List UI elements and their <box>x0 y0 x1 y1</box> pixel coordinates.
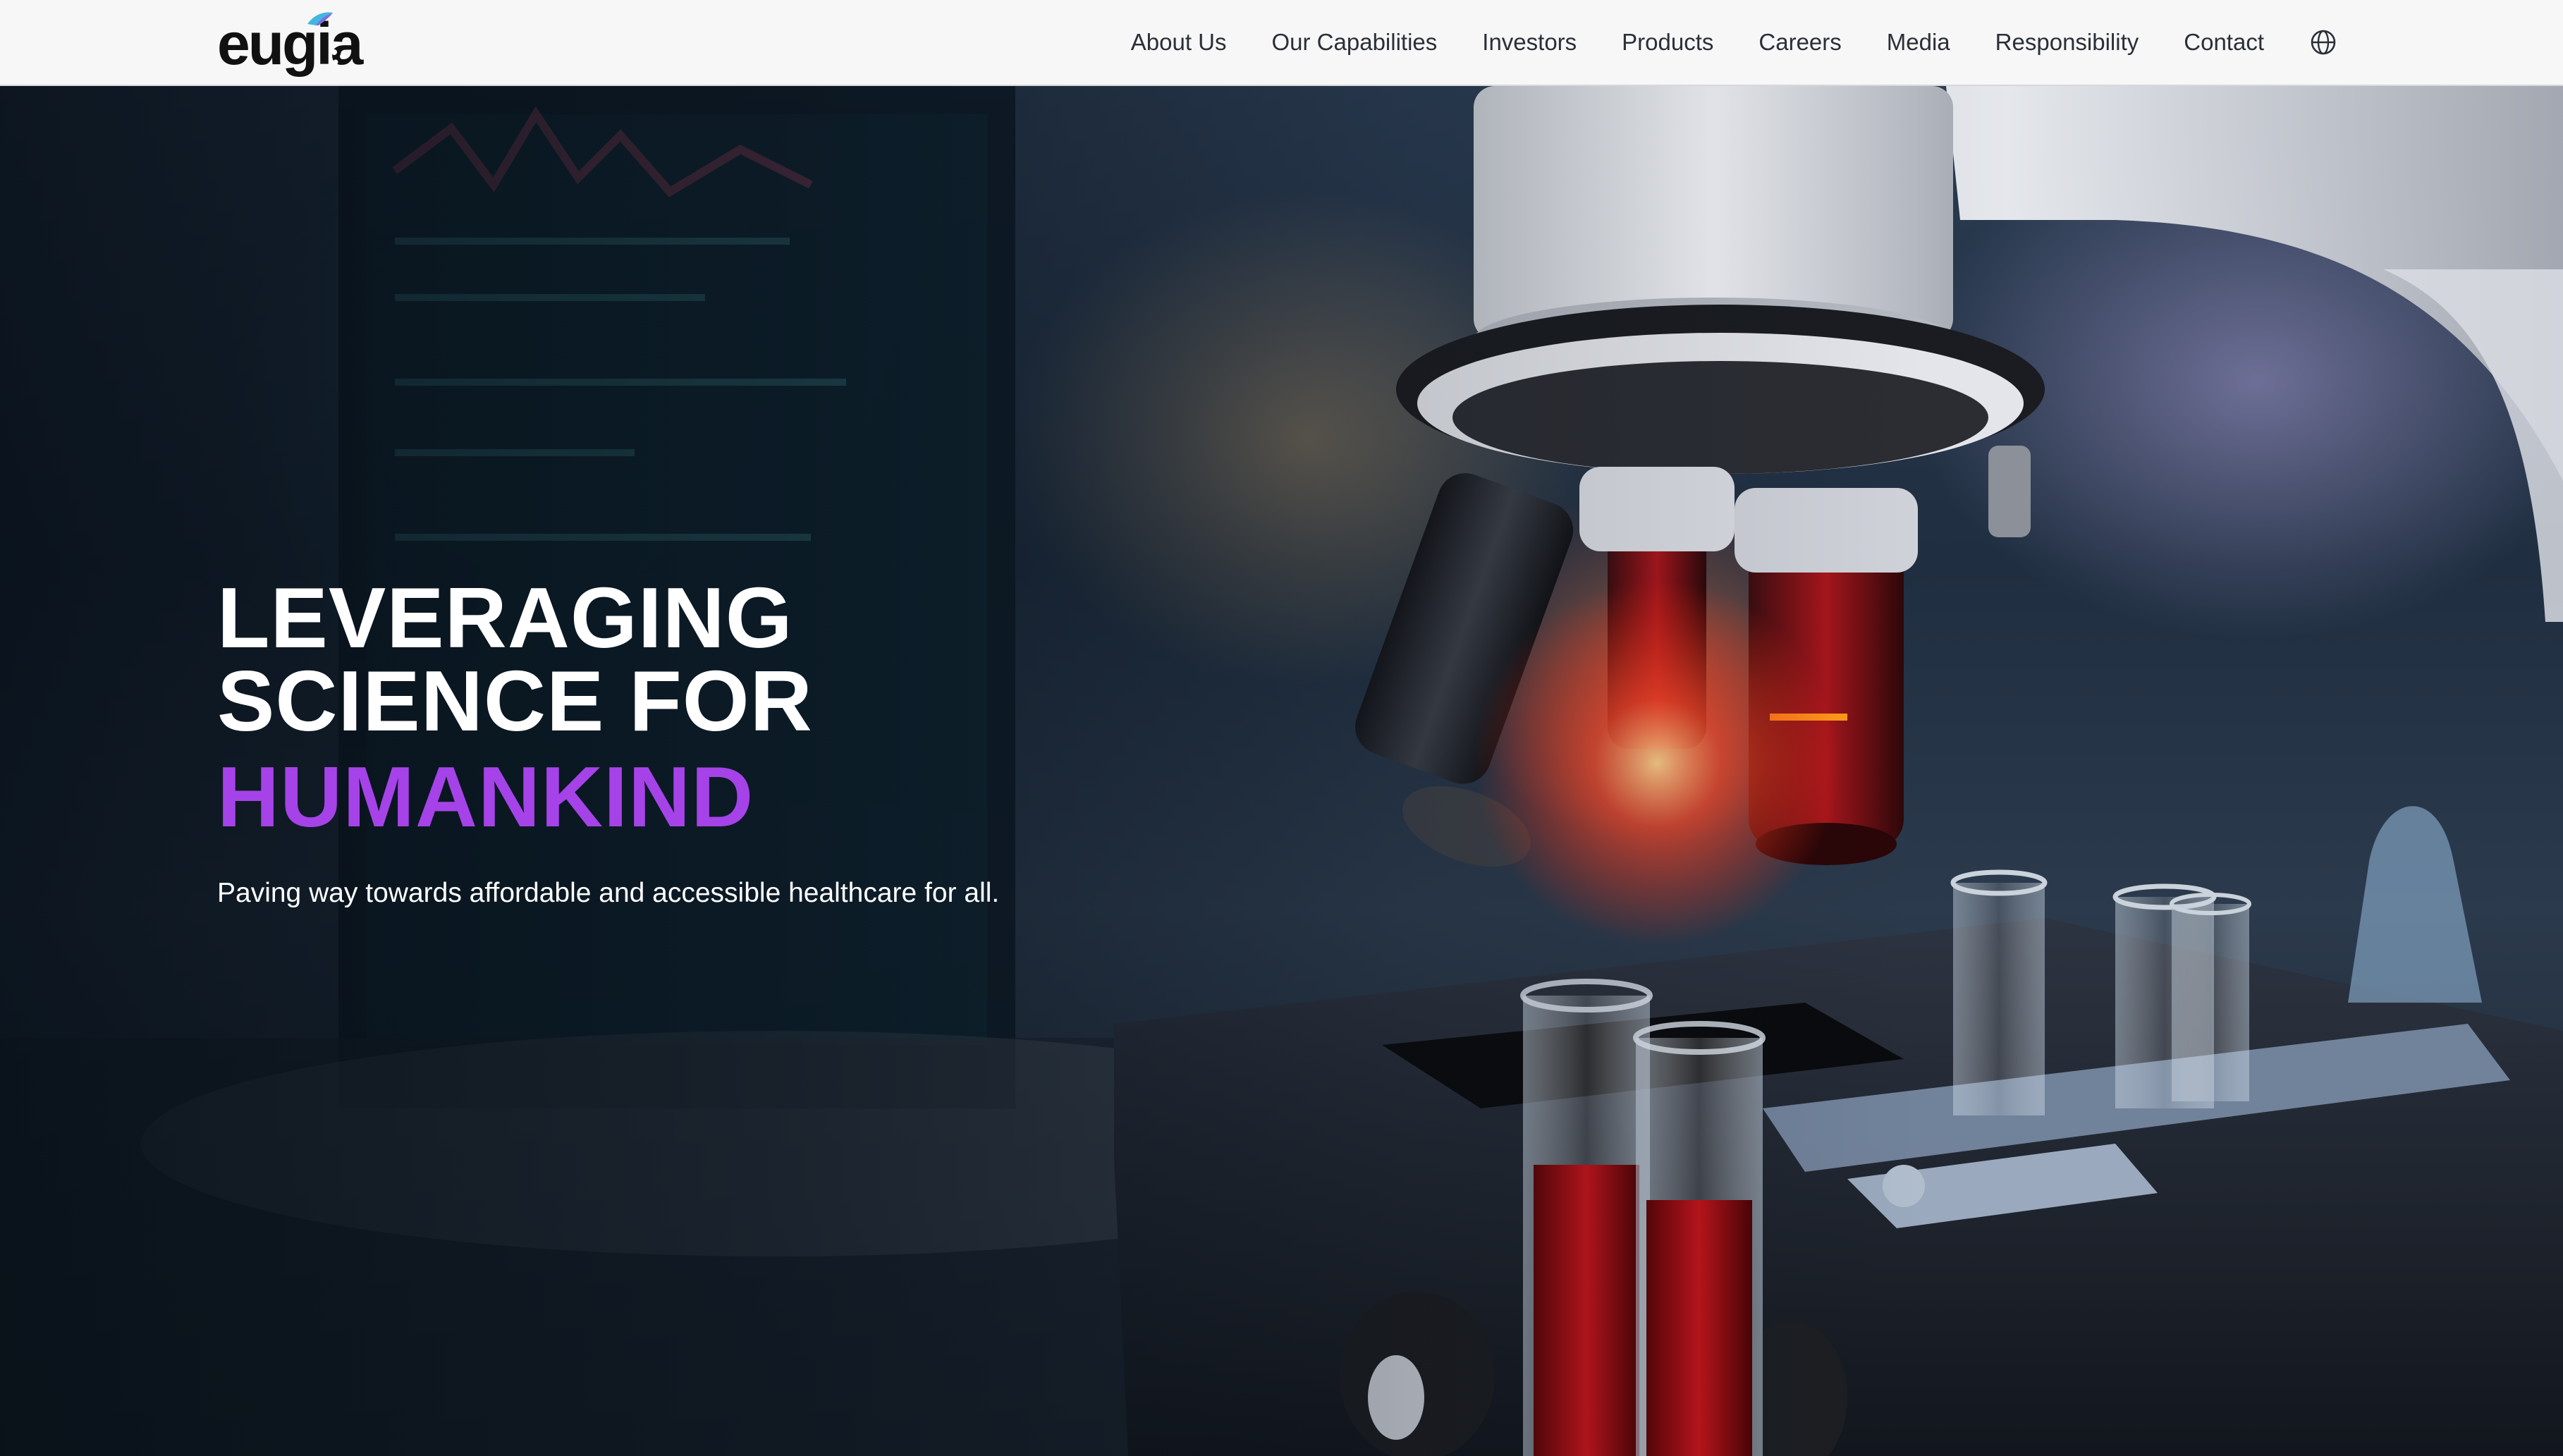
eugia-logo[interactable]: eugia <box>217 10 363 73</box>
hero-banner: LEVERAGING SCIENCE FOR HUMANKIND Paving … <box>0 86 2563 1456</box>
nav-about-us[interactable]: About Us <box>1131 29 1227 56</box>
globe-icon[interactable] <box>2309 28 2337 56</box>
nav-products[interactable]: Products <box>1622 29 1713 56</box>
logo-swoosh-icon <box>307 12 333 25</box>
nav-our-capabilities[interactable]: Our Capabilities <box>1272 29 1438 56</box>
nav-contact[interactable]: Contact <box>2184 29 2264 56</box>
hero-subtitle: Paving way towards affordable and access… <box>217 878 1000 908</box>
hero-title-line-2: SCIENCE FOR <box>217 653 813 749</box>
hero-title-line-1: LEVERAGING <box>217 570 793 666</box>
nav-responsibility[interactable]: Responsibility <box>1995 29 2139 56</box>
nav-media[interactable]: Media <box>1887 29 1950 56</box>
hero-title: LEVERAGING SCIENCE FOR HUMANKIND <box>217 570 1345 845</box>
site-header: eugia About Us Our Capabilities Investor… <box>0 0 2563 86</box>
nav-careers[interactable]: Careers <box>1758 29 1841 56</box>
logo-dots-icon <box>331 49 345 65</box>
main-nav: About Us Our Capabilities Investors Prod… <box>1131 0 2563 85</box>
nav-investors[interactable]: Investors <box>1482 29 1577 56</box>
hero-content: LEVERAGING SCIENCE FOR HUMANKIND Paving … <box>217 570 1345 909</box>
hero-title-accent: HUMANKIND <box>217 749 754 845</box>
